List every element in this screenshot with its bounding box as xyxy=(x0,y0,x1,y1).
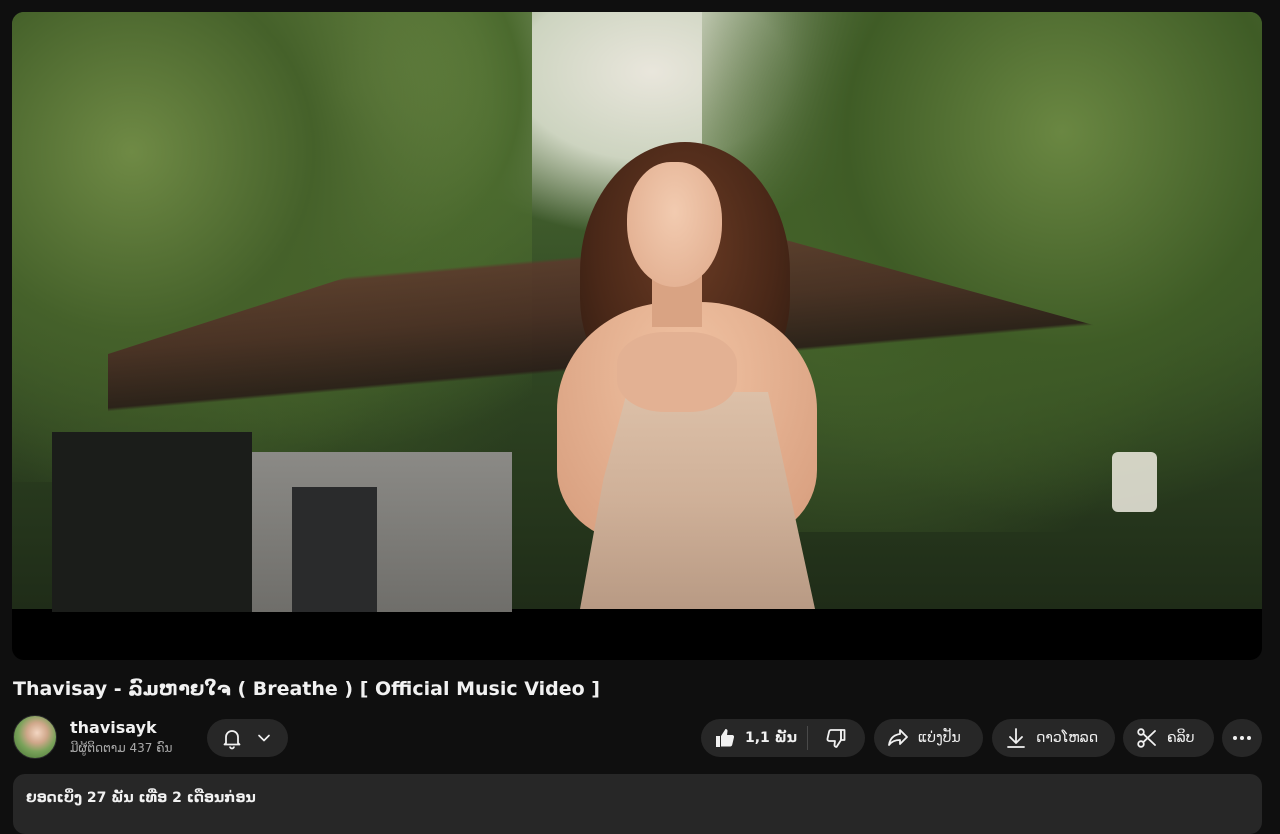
view-count-and-date: ຍອດເບິ່ງ 27 ພັນ ເທື່ອ 2 ເດືອນກ່ອນ xyxy=(26,790,256,806)
share-button[interactable]: ແບ່ງປັນ xyxy=(874,719,983,757)
video-scene-singer-hands xyxy=(617,332,737,412)
video-scene-house-shadow xyxy=(52,432,252,612)
download-icon xyxy=(1004,726,1028,750)
dislike-button[interactable] xyxy=(808,719,864,757)
video-scene-singer-face xyxy=(627,162,722,287)
channel-name[interactable]: thavisayk xyxy=(70,718,157,737)
channel-avatar[interactable] xyxy=(13,715,57,759)
more-actions-button[interactable] xyxy=(1222,719,1262,757)
like-count: 1,1 ພັນ xyxy=(745,730,798,746)
video-scene-light xyxy=(1112,452,1157,512)
bell-icon xyxy=(220,726,244,750)
subscribed-notifications-button[interactable] xyxy=(207,719,288,757)
clip-button[interactable]: ຄລິບ xyxy=(1123,719,1214,757)
subscriber-count: ມີຜູ້ຕິດຕາມ 437 ຄົນ xyxy=(70,741,173,755)
more-horizontal-icon xyxy=(1230,726,1254,750)
download-button[interactable]: ດາວໂຫລດ xyxy=(992,719,1115,757)
chevron-down-icon xyxy=(254,728,274,748)
video-title: Thavisay - ລົມຫາຍໃຈ ( Breathe ) [ Offici… xyxy=(13,678,600,700)
like-dislike-group: 1,1 ພັນ xyxy=(701,719,865,757)
video-frame[interactable] xyxy=(12,12,1262,612)
video-scene-house-window xyxy=(292,487,377,612)
clip-label: ຄລິບ xyxy=(1167,730,1195,746)
download-label: ດາວໂຫລດ xyxy=(1036,730,1099,746)
scissors-icon xyxy=(1135,726,1159,750)
like-button[interactable]: 1,1 ພັນ xyxy=(701,719,807,757)
share-arrow-icon xyxy=(886,726,910,750)
thumbs-up-icon xyxy=(713,726,737,750)
video-player[interactable] xyxy=(12,12,1262,660)
share-label: ແບ່ງປັນ xyxy=(918,730,961,746)
thumbs-down-icon xyxy=(824,726,848,750)
video-scene-house-wall xyxy=(252,452,512,612)
